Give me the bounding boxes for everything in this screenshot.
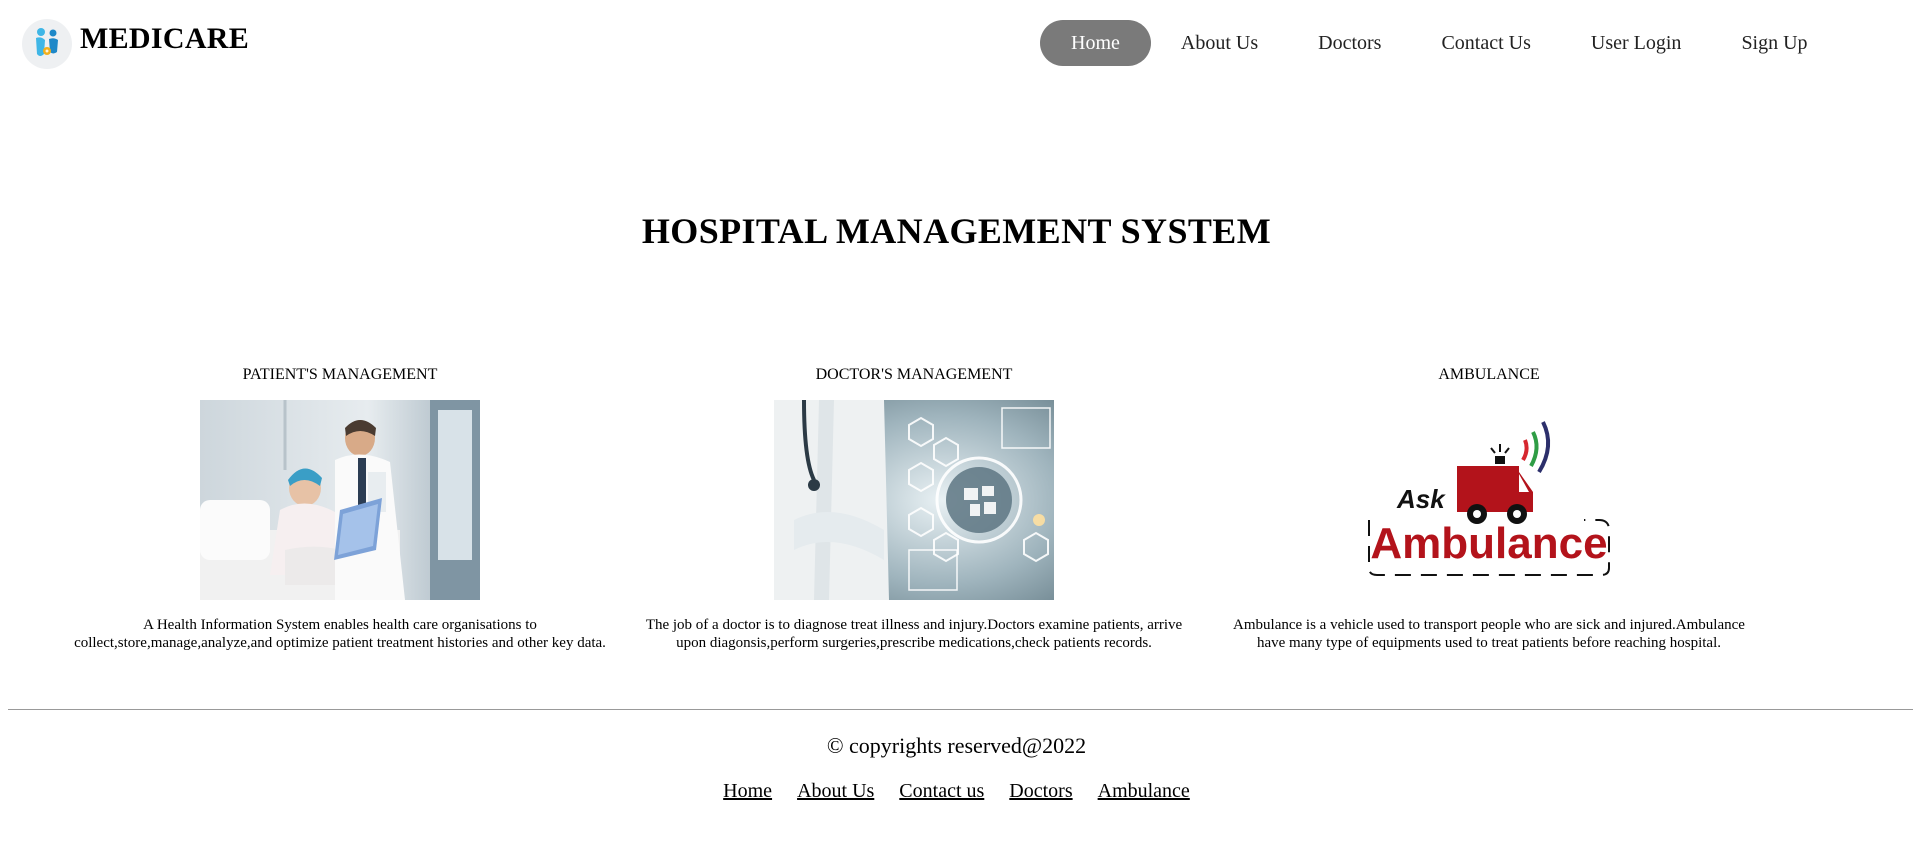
footer-link-doctors[interactable]: Doctors — [1009, 780, 1072, 802]
footer-link-home[interactable]: Home — [723, 780, 772, 802]
nav-doctors[interactable]: Doctors — [1288, 20, 1411, 66]
card-doctors-management: DOCTOR'S MANAGEMENT The job of a doctor … — [634, 364, 1194, 652]
card-heading: DOCTOR'S MANAGEMENT — [815, 366, 1013, 383]
ask-ambulance-logo: Ask Ambulance — [1359, 400, 1619, 600]
copyright-text: © copyrights reserved@2022 — [826, 733, 1087, 758]
footer-divider — [8, 709, 1913, 710]
page: MEDICARE Home About Us Doctors Contact U… — [0, 0, 1913, 853]
footer-link-contact-us[interactable]: Contact us — [899, 780, 984, 802]
nav-about-us[interactable]: About Us — [1151, 20, 1288, 66]
ambulance-text: Ambulance — [1370, 519, 1607, 568]
nav-sign-up[interactable]: Sign Up — [1711, 20, 1837, 66]
brand-name[interactable]: MEDICARE — [80, 22, 249, 56]
header: MEDICARE Home About Us Doctors Contact U… — [0, 0, 1913, 88]
card-description: The job of a doctor is to diagnose treat… — [645, 617, 1183, 651]
footer-links: Home About Us Contact us Doctors Ambulan… — [0, 780, 1913, 803]
card-description: A Health Information System enables heal… — [74, 617, 606, 651]
footer-link-ambulance[interactable]: Ambulance — [1098, 780, 1190, 802]
nav-user-login[interactable]: User Login — [1561, 20, 1712, 66]
doctor-with-patient-photo — [200, 400, 480, 600]
nav-contact-us[interactable]: Contact Us — [1411, 20, 1560, 66]
page-title: HOSPITAL MANAGEMENT SYSTEM — [641, 211, 1272, 251]
card-heading: AMBULANCE — [1438, 366, 1540, 383]
card-description: Ambulance is a vehicle used to transport… — [1233, 617, 1745, 651]
ask-text: Ask — [1396, 484, 1446, 514]
family-health-logo-icon[interactable] — [22, 19, 72, 69]
card-ambulance: AMBULANCE Ask Ambulance Ambulance is a v… — [1209, 364, 1769, 652]
card-heading: PATIENT'S MANAGEMENT — [242, 366, 438, 383]
nav-home[interactable]: Home — [1040, 20, 1151, 66]
main-nav: Home About Us Doctors Contact Us User Lo… — [1040, 20, 1838, 66]
card-patients-management: PATIENT'S MANAGEMENT A Health Informatio… — [60, 364, 620, 652]
footer-link-about-us[interactable]: About Us — [797, 780, 874, 802]
doctor-digital-health-icons-photo — [774, 400, 1054, 600]
